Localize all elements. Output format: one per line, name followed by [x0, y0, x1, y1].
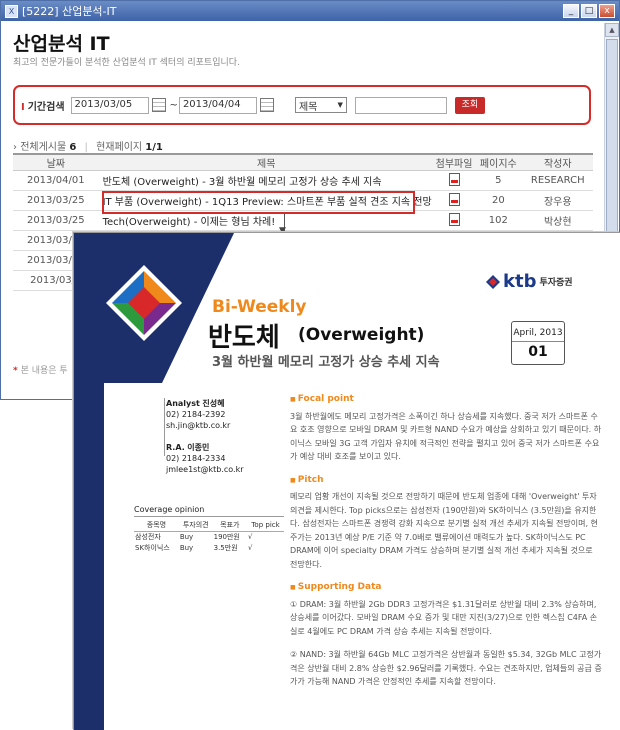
pdf-icon[interactable]	[448, 192, 460, 206]
ktb-k-logo-icon	[106, 265, 182, 341]
date-to-input[interactable]: 2013/04/04	[178, 96, 257, 114]
title-bar[interactable]: X [5222] 산업분석-IT _ □ x	[1, 1, 619, 21]
report-title-link[interactable]: 반도체 (Overweight) - 3월 하반월 메모리 고정가 상승 추세 …	[98, 170, 434, 191]
arrow-icon: ›	[13, 142, 17, 153]
footer-note: * 본 내용은 투	[13, 366, 68, 376]
section-heading: Pitch	[290, 474, 602, 488]
range-separator: ~	[169, 99, 178, 111]
date-from-input[interactable]: 2013/03/05	[70, 96, 149, 114]
paging-info: › 전체게시물 6 | 현재페이지 1/1	[13, 142, 163, 153]
page-description: 최고의 전문가들이 분석한 산업분석 IT 섹터의 리포트입니다.	[13, 58, 240, 68]
search-panel: I 기간검색 2013/03/05 ~ 2013/04/04 제목 ▼ 조회	[13, 85, 591, 125]
analyst-info: Analyst 진성혜 02) 2184-2392 sh.jin@ktb.co.…	[166, 399, 244, 474]
search-button[interactable]: 조회	[454, 96, 485, 114]
col-date: 날짜	[13, 153, 99, 171]
section-heading: Supporting Data	[290, 581, 602, 595]
app-icon: X	[5, 4, 18, 18]
scroll-up-icon[interactable]: ▲	[605, 23, 619, 37]
window-title: [5222] 산업분석-IT	[22, 5, 117, 18]
col-title: 제목	[98, 153, 434, 171]
date-calendar: April, 2013 01	[511, 321, 565, 365]
divider	[164, 398, 165, 456]
col-attachment: 첨부파일	[433, 153, 475, 171]
doc-title: 반도체	[208, 323, 280, 353]
search-field-select[interactable]: 제목 ▼	[294, 97, 347, 113]
col-author: 작성자	[522, 153, 593, 171]
maximize-icon[interactable]: □	[581, 4, 597, 18]
report-preview: Bi-Weekly 반도체 (Overweight) 3월 하반월 메모리 고정…	[73, 232, 620, 730]
calendar-icon[interactable]	[151, 98, 166, 112]
calendar-icon[interactable]	[259, 98, 274, 112]
bullet-icon: I	[21, 101, 25, 113]
pdf-icon[interactable]	[448, 212, 460, 226]
chevron-down-icon: ▼	[337, 101, 343, 109]
section-text: ② NAND: 3월 하반월 64Gb MLC 고정가격은 상반월과 동일한 $…	[290, 650, 602, 686]
keyword-input[interactable]	[354, 96, 447, 114]
col-pages: 페이지수	[474, 153, 523, 171]
coverage-opinion: Coverage opinion 종목명 투자의견 목표가 Top pick 삼성전자…	[134, 505, 284, 553]
cover-side-band	[74, 373, 104, 730]
minimize-icon[interactable]: _	[563, 4, 579, 18]
selected-row-highlight	[102, 191, 415, 214]
page-title: 산업분석 IT	[13, 33, 110, 55]
series-label: Bi-Weekly	[212, 297, 307, 317]
section-text: ① DRAM: 3월 하반월 2Gb DDR3 고정가격은 $1.31달러로 상…	[290, 599, 598, 636]
doc-rating: (Overweight)	[298, 325, 425, 345]
search-label: I 기간검색	[21, 101, 65, 113]
section-text: 3월 하반월에도 메모리 고정가격은 소폭이긴 하나 상승세를 지속했다. 중국…	[290, 411, 602, 462]
section-heading: Focal point	[290, 393, 602, 407]
section-text: 메모리 업황 개선이 지속될 것으로 전망하기 때문에 반도체 업종에 대해 '…	[290, 492, 598, 569]
close-icon[interactable]: x	[599, 4, 615, 18]
report-body: Focal point 3월 하반월에도 메모리 고정가격은 소폭이긴 하나 상…	[290, 393, 602, 699]
brand-mark-icon	[486, 274, 500, 289]
table-row[interactable]: 2013/04/01 반도체 (Overweight) - 3월 하반월 메모리 …	[13, 170, 593, 191]
brand-logo: ktb 투자증권	[486, 271, 573, 292]
pdf-icon[interactable]	[448, 172, 460, 186]
doc-subtitle: 3월 하반월 메모리 고정가 상승 추세 지속	[212, 355, 440, 370]
